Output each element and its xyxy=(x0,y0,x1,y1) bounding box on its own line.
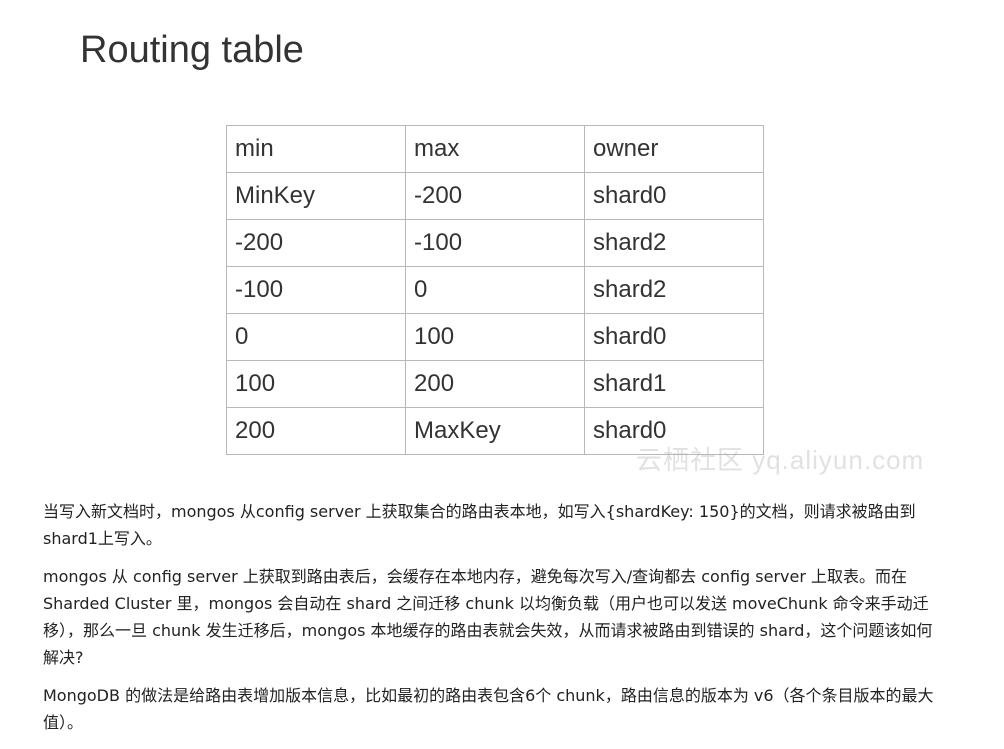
paragraph: 当写入新文档时，mongos 从config server 上获取集合的路由表本… xyxy=(43,502,916,548)
watermark: 云栖社区 yq.aliyun.com xyxy=(636,445,925,475)
table-cell-min: 200 xyxy=(226,407,406,455)
header-cell-owner: owner xyxy=(584,125,764,173)
table-row: MinKey -200 shard0 xyxy=(226,172,764,220)
table-cell-max: -200 xyxy=(405,172,585,220)
table-row: 0 100 shard0 xyxy=(226,313,764,361)
header-cell-max: max xyxy=(405,125,585,173)
table-cell-owner: shard1 xyxy=(584,360,764,408)
header-cell-min: min xyxy=(226,125,406,173)
table-cell-min: 0 xyxy=(226,313,406,361)
table-cell-min: -200 xyxy=(226,219,406,267)
table-cell-max: 100 xyxy=(405,313,585,361)
table-cell-min: 100 xyxy=(226,360,406,408)
paragraph: mongos 从 config server 上获取到路由表后，会缓存在本地内存… xyxy=(43,567,933,667)
table-cell-owner: shard0 xyxy=(584,172,764,220)
table-cell-max: 200 xyxy=(405,360,585,408)
table-cell-owner: shard0 xyxy=(584,313,764,361)
table-cell-max: MaxKey xyxy=(405,407,585,455)
table-cell-max: -100 xyxy=(405,219,585,267)
table-cell-owner: shard2 xyxy=(584,219,764,267)
table-row: 100 200 shard1 xyxy=(226,360,764,408)
table-header-row: min max owner xyxy=(226,125,764,173)
table-row: -100 0 shard2 xyxy=(226,266,764,314)
article-body: 当写入新文档时，mongos 从config server 上获取集合的路由表本… xyxy=(43,498,948,747)
table-cell-max: 0 xyxy=(405,266,585,314)
paragraph: MongoDB 的做法是给路由表增加版本信息，比如最初的路由表包含6个 chun… xyxy=(43,686,934,732)
table-row: -200 -100 shard2 xyxy=(226,219,764,267)
table-cell-min: -100 xyxy=(226,266,406,314)
slide-title: Routing table xyxy=(80,29,304,71)
table-cell-min: MinKey xyxy=(226,172,406,220)
routing-table: min max owner MinKey -200 shard0 -200 -1… xyxy=(226,125,764,455)
table-cell-owner: shard2 xyxy=(584,266,764,314)
